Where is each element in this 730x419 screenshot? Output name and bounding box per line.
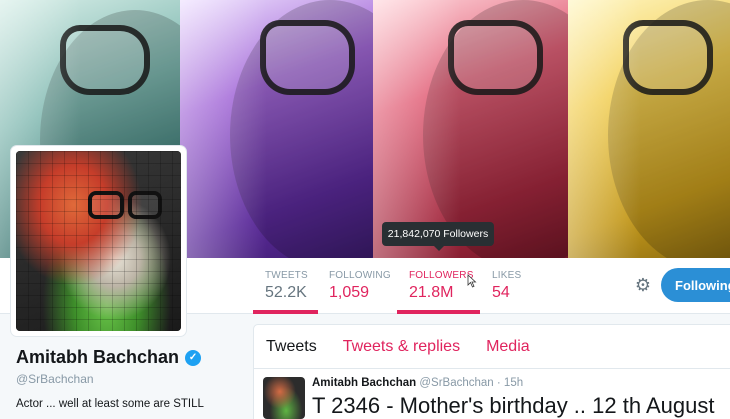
profile-handle[interactable]: @SrBachchan	[16, 372, 246, 386]
stat-label: TWEETS	[265, 270, 308, 281]
tweet-avatar[interactable]	[263, 377, 305, 419]
followers-tooltip: 21,842,070 Followers	[382, 222, 494, 251]
avatar-image	[16, 151, 181, 331]
profile-page: TWEETS 52.2K FOLLOWING 1,059 FOLLOWERS 2…	[0, 0, 730, 419]
profile-info: Amitabh Bachchan ✓ @SrBachchan Actor ...…	[16, 347, 246, 410]
tab-media[interactable]: Media	[486, 338, 530, 356]
stat-value: 52.2K	[265, 284, 307, 301]
tweet-text: T 2346 - Mother's birthday .. 12 th Augu…	[312, 393, 715, 418]
profile-bio: Actor ... well at least some are STILL	[16, 398, 204, 410]
stat-following[interactable]: FOLLOWING 1,059	[329, 258, 399, 314]
profile-avatar[interactable]	[11, 146, 186, 336]
stat-tweets[interactable]: TWEETS 52.2K	[265, 258, 325, 314]
verified-check-icon: ✓	[185, 349, 202, 366]
followers-underline	[397, 310, 480, 314]
timeline-tabs: Tweets Tweets & replies Media	[254, 325, 730, 369]
mouse-cursor-icon	[467, 274, 477, 288]
tweet-author[interactable]: Amitabh Bachchan	[312, 377, 416, 389]
tab-tweets-replies[interactable]: Tweets & replies	[343, 338, 460, 356]
profile-name[interactable]: Amitabh Bachchan	[16, 347, 179, 368]
stat-value: 1,059	[329, 284, 370, 301]
tweet-handle[interactable]: @SrBachchan	[419, 377, 493, 389]
banner-panel-red	[373, 0, 568, 258]
profile-name-row: Amitabh Bachchan ✓	[16, 347, 246, 368]
stat-label: FOLLOWING	[329, 270, 391, 281]
tweet-header: Amitabh Bachchan @SrBachchan · 15h	[312, 377, 730, 389]
tweet-time[interactable]: · 15h	[497, 377, 523, 389]
banner-panel-yellow	[568, 0, 730, 258]
timeline: Tweets Tweets & replies Media Amitabh Ba…	[253, 324, 730, 419]
tweets-underline	[253, 310, 318, 314]
tweet-item[interactable]: Amitabh Bachchan @SrBachchan · 15h T 234…	[254, 369, 730, 419]
following-button[interactable]: Following	[661, 268, 730, 302]
gear-icon[interactable]: ⚙	[632, 274, 654, 296]
banner-panel-purple	[180, 0, 373, 258]
tab-tweets[interactable]: Tweets	[266, 338, 317, 356]
stat-label: LIKES	[492, 270, 522, 281]
stat-value: 54	[492, 284, 510, 301]
stat-likes[interactable]: LIKES 54	[492, 258, 532, 314]
